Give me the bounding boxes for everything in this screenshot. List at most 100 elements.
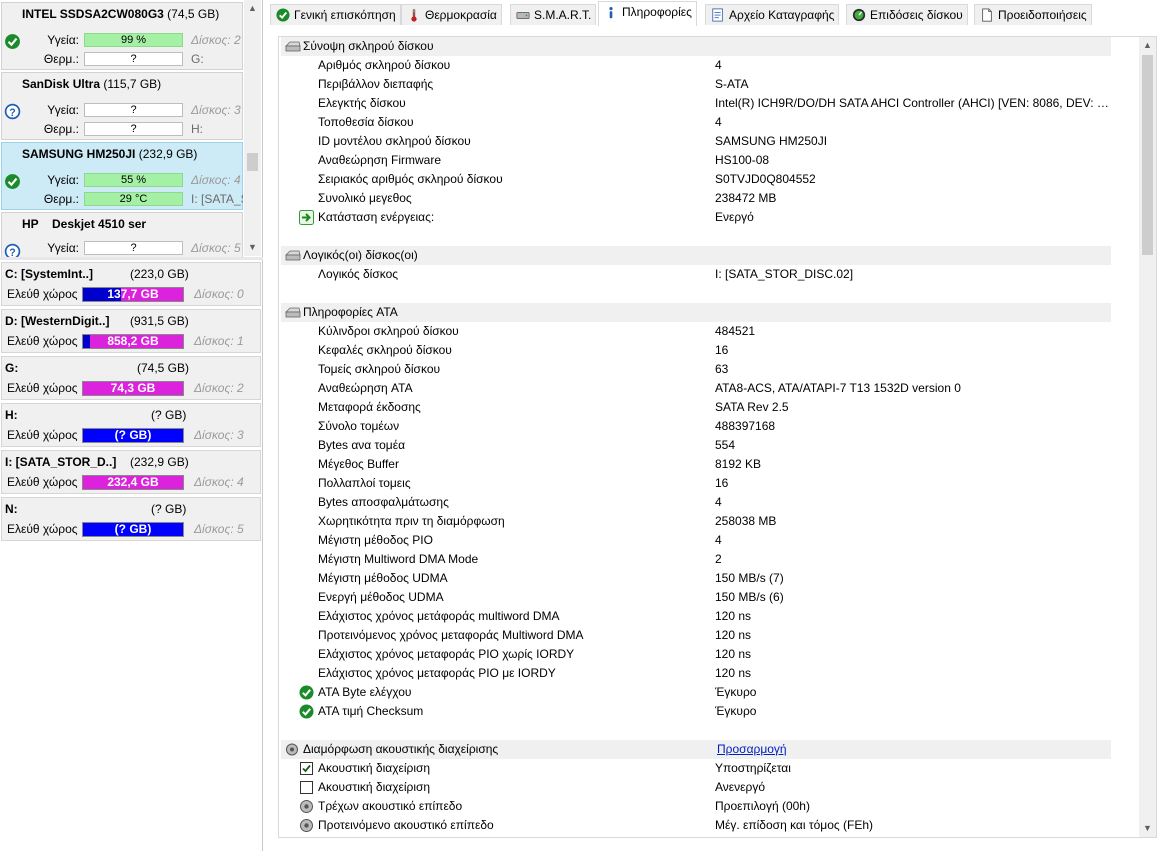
health-bar: ? <box>84 241 183 255</box>
temp-label: Θερμ.: <box>43 52 79 66</box>
scroll-thumb[interactable] <box>247 153 258 171</box>
volume-disk: Δίσκος: 1 <box>194 334 244 348</box>
scroll-up-icon[interactable]: ▲ <box>1139 37 1156 54</box>
disk-number: Δίσκος: 2 <box>191 33 241 47</box>
info-value: 120 ns <box>715 666 752 680</box>
info-label: Κεφαλές σκληρού δίσκου <box>318 343 452 357</box>
info-value: Intel(R) ICH9R/DO/DH SATA AHCI Controlle… <box>715 96 1115 110</box>
info-label: ID μοντέλου σκληρού δίσκου <box>318 134 471 148</box>
info-row: Μεταφορά έκδοσης SATA Rev 2.5 <box>279 398 1139 417</box>
volume-disk: Δίσκος: 5 <box>194 522 244 536</box>
info-value: S0TVJD0Q804552 <box>715 172 816 186</box>
volume-name: I: [SATA_STOR_D..] <box>5 455 117 469</box>
tab-log[interactable]: Αρχείο Καταγραφής <box>705 4 840 25</box>
info-scrollbar[interactable]: ▲ ▼ <box>1139 37 1156 837</box>
info-label: Bytes ανα τομέα <box>318 438 405 452</box>
info-label: Μέγιστη μέθοδος UDMA <box>318 571 448 585</box>
info-value: 2 <box>715 552 722 566</box>
scroll-thumb[interactable] <box>1142 55 1153 255</box>
info-label: Περιβάλλον διεπαφής <box>318 77 434 91</box>
volume-card[interactable]: N: (? GB) Ελεύθ χώρος (? GB) Δίσκος: 5 <box>1 497 261 541</box>
drive-icon <box>285 41 301 52</box>
volume-disk: Δίσκος: 0 <box>194 287 244 301</box>
info-row: Ελεγκτής δίσκου Intel(R) ICH9R/DO/DH SATA… <box>279 94 1139 113</box>
disk-size: (74,5 GB) <box>167 7 220 21</box>
info-label: Τομείς σκληρού δίσκου <box>318 362 441 376</box>
disk-number: Δίσκος: 5 <box>191 241 241 255</box>
info-value: Μέγ. επίδοση και τόμος (FEh) <box>715 818 873 832</box>
volume-card[interactable]: D: [WesternDigit..] (931,5 GB) Ελεύθ χώρ… <box>1 309 261 353</box>
disk-model: SanDisk Ultra <box>22 77 101 91</box>
volume-name: D: [WesternDigit..] <box>5 314 110 328</box>
free-space-label: Ελεύθ χώρος <box>7 522 78 536</box>
scroll-up-icon[interactable]: ▲ <box>244 0 261 17</box>
tab-label: Προειδοποιήσεις <box>998 8 1087 22</box>
info-value: 238472 MB <box>715 191 777 205</box>
customize-link[interactable]: Προσαρμογή <box>717 740 787 759</box>
health-bar: 99 % <box>84 33 183 47</box>
tab-overview[interactable]: Γενική επισκόπηση <box>270 4 401 25</box>
tab-smart[interactable]: S.M.A.R.T. <box>510 4 597 25</box>
info-label: Τρέχων ακουστικό επίπεδο <box>318 799 463 813</box>
check-circle-icon <box>299 685 314 700</box>
section-header: Πληροφορίες ATA <box>281 303 1111 322</box>
disk-card-selected[interactable]: SAMSUNG HM250JI (232,9 GB) Υγεία: 55 % Δ… <box>1 142 243 210</box>
free-space-bar: 232,4 GB <box>82 475 184 490</box>
info-label: Μέγιστη Multiword DMA Mode <box>318 552 479 566</box>
info-row: Περιβάλλον διεπαφής S-ATA <box>279 75 1139 94</box>
right-panel: Γενική επισκόπηση Θερμοκρασία S.M.A.R.T.… <box>266 0 1162 851</box>
info-row: Ελάχιστος χρόνος μετάφοράς multiword DMA… <box>279 607 1139 626</box>
info-value: Έγκυρο <box>715 704 757 718</box>
info-value: I: [SATA_STOR_DISC.02] <box>715 267 854 281</box>
info-value: SAMSUNG HM250JI <box>715 134 828 148</box>
disk-number: Δίσκος: 3 <box>191 103 241 117</box>
tab-information[interactable]: Πληροφορίες <box>598 1 697 26</box>
volume-card[interactable]: C: [SystemInt..] (223,0 GB) Ελεύθ χώρος … <box>1 262 261 306</box>
tab-temperature[interactable]: Θερμοκρασία <box>401 4 502 25</box>
info-row: Σύνολο τομέων 488397168 <box>279 417 1139 436</box>
volume-card[interactable]: H: (? GB) Ελεύθ χώρος (? GB) Δίσκος: 3 <box>1 403 261 447</box>
volume-card[interactable]: G: (74,5 GB) Ελεύθ χώρος 74,3 GB Δίσκος:… <box>1 356 261 400</box>
panel-splitter[interactable] <box>0 257 263 260</box>
tab-label: Αρχείο Καταγραφής <box>729 8 835 22</box>
tab-alerts[interactable]: Προειδοποιήσεις <box>974 4 1092 25</box>
drive-letter: G: <box>191 52 204 66</box>
disk-card[interactable]: SanDisk Ultra (115,7 GB) ? Υγεία: ? Δίσκ… <box>1 72 243 140</box>
health-label: Υγεία: <box>47 173 79 187</box>
info-value: 258038 MB <box>715 514 777 528</box>
checkbox-unchecked[interactable] <box>299 780 314 795</box>
temp-label: Θερμ.: <box>43 122 79 136</box>
info-value: ATA8-ACS, ATA/ATAPI-7 T13 1532D version … <box>715 381 961 395</box>
left-panel: INTEL SSDSA2CW080G3 (74,5 GB) Υγεία: 99 … <box>0 0 263 851</box>
info-value: 8192 KB <box>715 457 762 471</box>
tab-performance[interactable]: Επιδόσεις δίσκου <box>846 4 968 25</box>
info-value: 554 <box>715 438 736 452</box>
info-label: Μεταφορά έκδοσης <box>318 400 421 414</box>
info-value: Έγκυρο <box>715 685 757 699</box>
scroll-down-icon[interactable]: ▼ <box>244 239 261 256</box>
disk-card[interactable]: INTEL SSDSA2CW080G3 (74,5 GB) Υγεία: 99 … <box>1 2 243 70</box>
info-row: Πολλαπλοί τομεις 16 <box>279 474 1139 493</box>
tab-label: Πληροφορίες <box>622 5 692 19</box>
document-icon <box>982 8 992 22</box>
info-row: Ελάχιστος χρόνος μεταφοράς PIO με IORDY 1… <box>279 664 1139 683</box>
volume-disk: Δίσκος: 4 <box>194 475 244 489</box>
info-value: 4 <box>715 115 722 129</box>
disk-list-scrollbar[interactable]: ▲ ▼ <box>244 0 261 256</box>
checkbox-checked[interactable] <box>299 761 314 776</box>
speedometer-icon <box>852 8 866 22</box>
disk-model: SAMSUNG HM250JI <box>22 147 136 161</box>
free-space-label: Ελεύθ χώρος <box>7 475 78 489</box>
volume-card[interactable]: I: [SATA_STOR_D..] (232,9 GB) Ελεύθ χώρο… <box>1 450 261 494</box>
disk-card[interactable]: HP Deskjet 4510 ser ? Υγεία: ? Δίσκος: 5 <box>1 212 243 257</box>
disk-list: INTEL SSDSA2CW080G3 (74,5 GB) Υγεία: 99 … <box>0 0 263 257</box>
thermometer-icon <box>411 8 417 22</box>
info-row: Bytes αποσφαλμάτωσης 4 <box>279 493 1139 512</box>
scroll-down-icon[interactable]: ▼ <box>1139 820 1156 837</box>
drive-letter: H: <box>191 122 203 136</box>
info-label: Προτεινόμενος χρόνος μεταφοράς Multiword… <box>318 628 584 642</box>
info-label: Κύλινδροι σκληρού δίσκου <box>318 324 459 338</box>
info-label: Συνολικό μεγεθος <box>318 191 412 205</box>
health-label: Υγεία: <box>47 33 79 47</box>
drive-icon <box>516 11 530 19</box>
